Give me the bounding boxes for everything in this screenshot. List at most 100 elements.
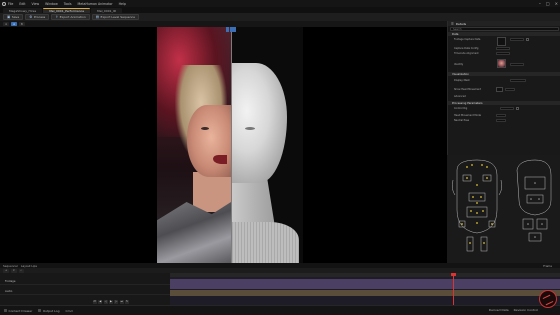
output-log-button[interactable]: Output Log xyxy=(38,308,60,313)
checkbox[interactable] xyxy=(526,38,529,41)
display-mesh-field[interactable] xyxy=(510,78,526,83)
track-footage[interactable]: Footage xyxy=(0,279,170,285)
save-button[interactable]: ▣ Save xyxy=(3,14,24,20)
mouth xyxy=(213,155,227,164)
menu-window[interactable]: Window xyxy=(45,2,58,6)
head-movement-mode-field[interactable] xyxy=(496,113,506,118)
view-b-button[interactable]: B xyxy=(18,22,25,26)
details-icon: ☰ xyxy=(451,21,454,26)
menu-tools[interactable]: Tools xyxy=(64,2,72,6)
timeline-area[interactable] xyxy=(170,273,560,305)
menu-metahuman-animator[interactable]: MetaHuman Animator xyxy=(78,2,113,6)
minimize-icon[interactable]: – xyxy=(539,1,541,6)
unreal-logo-icon[interactable] xyxy=(0,0,8,7)
output-log-label: Output Log xyxy=(42,308,60,313)
loop-icon[interactable]: ↻ xyxy=(125,299,130,304)
control-rig-field[interactable] xyxy=(500,106,514,111)
head-movement-field[interactable] xyxy=(505,87,515,92)
process-label: Process xyxy=(33,15,46,19)
details-title: Details xyxy=(455,21,467,26)
sequence-icon: ▤ xyxy=(95,15,100,19)
viewport[interactable] xyxy=(0,27,447,263)
metahuman-mesh-preview xyxy=(231,27,303,263)
checkbox[interactable] xyxy=(516,107,519,110)
revision-control-label: Revision Control xyxy=(513,308,538,312)
view-a-button[interactable]: A xyxy=(11,22,17,26)
viewport-menu-button[interactable]: ≡ xyxy=(3,22,10,26)
prop-label: Neutral Pose xyxy=(454,119,470,122)
prop-label: Identity xyxy=(454,63,464,66)
playhead-handle[interactable] xyxy=(451,273,456,276)
track-audio[interactable]: Audio xyxy=(0,289,170,295)
identity-picker[interactable] xyxy=(510,62,524,67)
playhead[interactable] xyxy=(453,273,454,305)
identity-thumbnail[interactable] xyxy=(497,59,506,68)
face-board-diagram xyxy=(452,159,552,252)
footage-thumbnail[interactable] xyxy=(497,37,506,46)
export-animation-label: Export Animation xyxy=(59,15,86,19)
save-label: Save xyxy=(11,15,20,19)
timecode-field[interactable] xyxy=(496,51,510,56)
tab-layout-lips[interactable]: Layout Lips xyxy=(21,264,37,268)
derived-data-button[interactable]: Derived Data xyxy=(489,308,509,312)
menu-help[interactable]: Help xyxy=(119,2,126,6)
prop-label: Capture Data Config xyxy=(454,47,479,50)
row-display-mesh: Display Mesh xyxy=(448,78,560,83)
row-control-rig: Control Rig xyxy=(448,106,560,111)
export-level-sequence-label: Export Level Sequence xyxy=(100,15,135,19)
log-icon xyxy=(38,309,42,312)
tab-sequencer[interactable]: Sequencer xyxy=(3,264,18,268)
audio-clip[interactable] xyxy=(170,290,560,296)
transport-controls: ⏮ ◀ ◁ ▶ ▷ ⏭ ↻ xyxy=(56,299,166,304)
footage-clip[interactable] xyxy=(170,279,560,289)
filter-button[interactable]: ▾ xyxy=(11,268,17,273)
tab-label: MegaShowy_Hires xyxy=(9,8,37,13)
config-field[interactable] xyxy=(496,46,510,51)
jacket xyxy=(157,202,231,263)
prop-label: Control Rig xyxy=(454,107,468,110)
tab-label: Mel_0001_ID xyxy=(97,8,117,13)
revision-control-button[interactable]: Revision Control xyxy=(514,308,538,312)
wipe-handle[interactable] xyxy=(226,27,236,32)
cmd-button[interactable]: Cmd xyxy=(66,309,73,313)
details-search-input[interactable]: Search xyxy=(450,27,559,31)
export-level-sequence-button[interactable]: ▤ Export Level Sequence xyxy=(91,14,139,20)
go-to-end-icon[interactable]: ⏭ xyxy=(119,299,124,304)
track-label: Audio xyxy=(5,290,13,293)
search-tracks-button[interactable]: ⌕ xyxy=(18,268,24,273)
asset-picker[interactable] xyxy=(510,37,524,42)
section-label: Processing Parameters xyxy=(452,101,483,105)
step-forward-icon[interactable]: ▷ xyxy=(114,299,119,304)
process-icon: ⚙ xyxy=(29,15,33,19)
export-animation-button[interactable]: ⇪ Export Animation xyxy=(51,14,90,20)
window-controls: – □ × xyxy=(539,0,558,7)
maximize-icon[interactable]: □ xyxy=(546,1,550,6)
prop-label: Footage Capture Data xyxy=(454,38,481,41)
play-icon[interactable]: ▶ xyxy=(109,299,113,304)
track-label: Footage xyxy=(5,280,16,283)
row-neutral-pose: Neutral Pose xyxy=(448,118,560,123)
menu-edit[interactable]: Edit xyxy=(19,2,25,6)
mesh-body xyxy=(231,222,299,263)
wipe-divider[interactable] xyxy=(230,27,232,263)
go-to-start-icon[interactable]: ⏮ xyxy=(92,299,97,304)
face xyxy=(187,105,231,177)
step-back-icon[interactable]: ◀ xyxy=(98,299,103,304)
section-data[interactable]: Data xyxy=(448,32,560,36)
face-control-board[interactable] xyxy=(447,155,560,263)
neutral-pose-field[interactable] xyxy=(496,118,506,123)
content-drawer-button[interactable]: Content Drawer xyxy=(4,309,32,313)
menu-view[interactable]: View xyxy=(32,2,40,6)
mesh-thumbnail[interactable] xyxy=(496,87,503,92)
add-track-button[interactable]: + xyxy=(3,268,10,273)
row-show-head-movement: Show Head Movement xyxy=(448,87,560,92)
section-processing[interactable]: Processing Parameters xyxy=(448,101,560,105)
time-ruler[interactable] xyxy=(170,273,560,277)
process-button[interactable]: ⚙ Process xyxy=(25,14,50,20)
play-reverse-icon[interactable]: ◁ xyxy=(103,299,108,304)
main-toolbar: ▣ Save ⚙ Process ⇪ Export Animation ▤ Export… xyxy=(0,13,560,21)
menu-file[interactable]: File xyxy=(8,2,13,6)
close-icon[interactable]: × xyxy=(555,1,558,6)
frame-label: Frame xyxy=(543,263,552,268)
section-visualization[interactable]: Visualization xyxy=(448,72,560,76)
